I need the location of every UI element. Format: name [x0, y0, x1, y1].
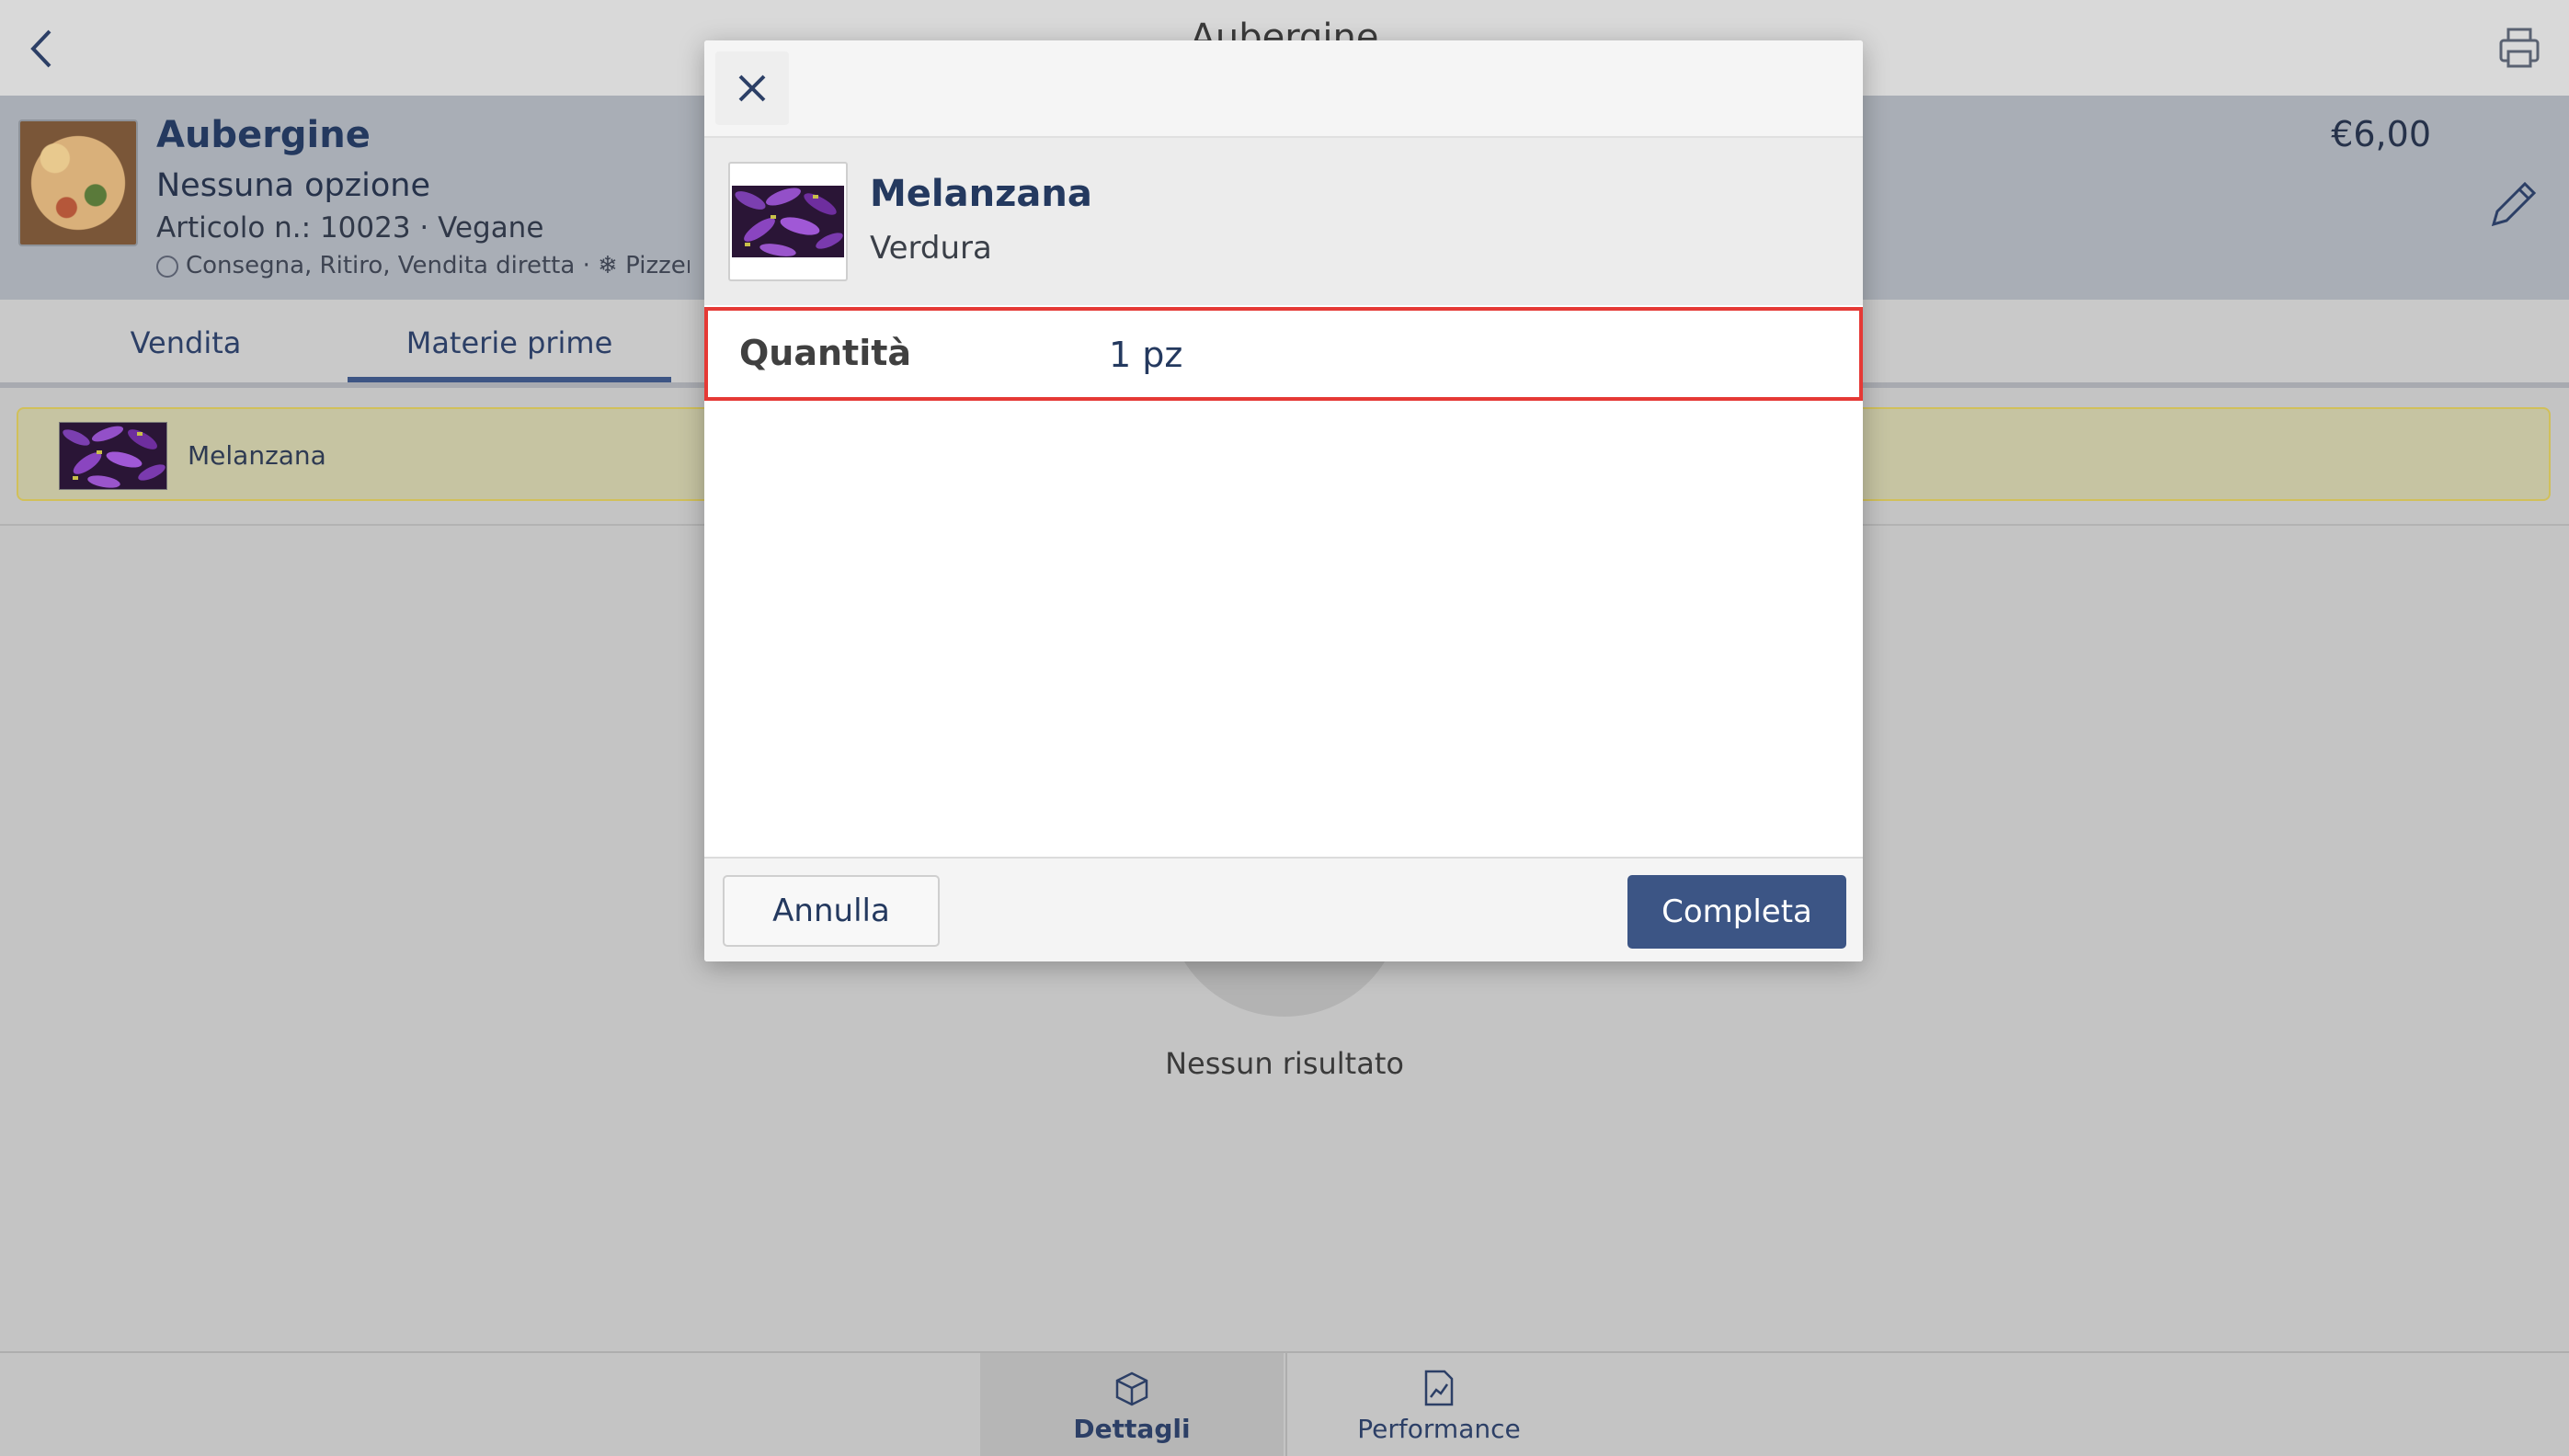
product-article: Articolo n.: 10023 · Vegane [156, 211, 544, 245]
dialog-footer: Annulla Completa [704, 857, 1863, 961]
close-button[interactable] [715, 51, 789, 125]
product-channels: Consegna, Ritiro, Vendita diretta · ❄ Pi… [156, 252, 690, 279]
product-name: Aubergine [156, 114, 371, 156]
quantity-label: Quantità [739, 333, 912, 373]
box-icon [1115, 1371, 1148, 1406]
dialog-item: Melanzana Verdura [704, 138, 1863, 305]
pencil-icon[interactable] [2484, 175, 2543, 233]
product-image [18, 119, 138, 246]
item-category: Verdura [870, 230, 992, 267]
product-price: €6,00 [2331, 114, 2431, 154]
nav-dettagli-label: Dettagli [1073, 1414, 1191, 1444]
nav-performance[interactable]: Performance [1285, 1353, 1591, 1456]
item-thumbnail [728, 162, 848, 281]
close-icon [738, 74, 766, 102]
chart-document-icon [1424, 1370, 1454, 1406]
quantity-field[interactable]: Quantità 1 pz [704, 307, 1863, 401]
product-option: Nessuna opzione [156, 167, 430, 204]
channels-icon [156, 255, 178, 278]
eggplant-image [732, 186, 844, 257]
quantity-value[interactable]: 1 pz [1109, 335, 1182, 375]
cancel-button[interactable]: Annulla [723, 875, 940, 947]
channels-text: Consegna, Ritiro, Vendita diretta · ❄ Pi… [186, 252, 690, 279]
item-name: Melanzana [870, 173, 1092, 215]
list-item-label: Melanzana [188, 440, 326, 471]
tab-materie-prime[interactable]: Materie prime [348, 300, 671, 382]
nav-performance-label: Performance [1357, 1414, 1521, 1444]
empty-state-text: Nessun risultato [1165, 1046, 1404, 1081]
dialog-header [704, 40, 1863, 138]
eggplant-image [59, 422, 167, 490]
bottom-navigation: Dettagli Performance [0, 1351, 2569, 1456]
nav-dettagli[interactable]: Dettagli [980, 1353, 1284, 1456]
quantity-dialog: Melanzana Verdura Quantità 1 pz Annulla … [704, 40, 1863, 961]
tab-vendita[interactable]: Vendita [37, 300, 335, 382]
printer-icon[interactable] [2495, 24, 2543, 72]
complete-button[interactable]: Completa [1627, 875, 1846, 949]
